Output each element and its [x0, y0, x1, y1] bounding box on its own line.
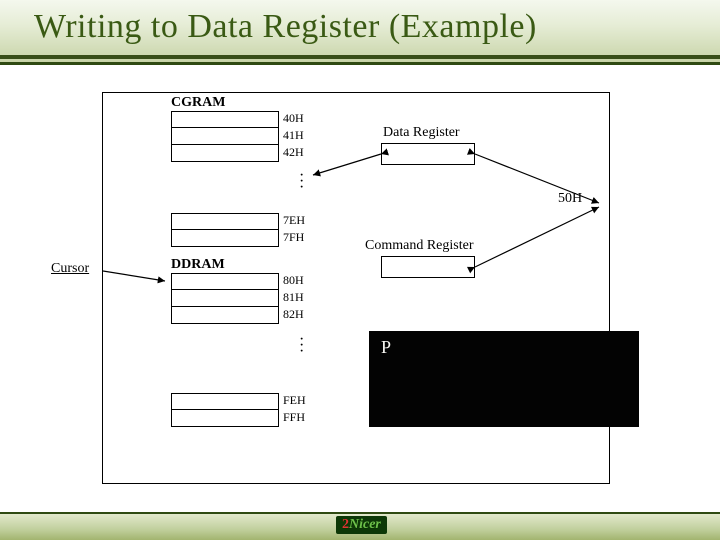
memory-cell	[171, 230, 279, 247]
command-register-label: Command Register	[365, 238, 474, 254]
bus-value: 50H	[558, 191, 582, 207]
addr-label: FFH	[283, 410, 305, 425]
memory-cell	[171, 213, 279, 230]
memory-cell	[171, 111, 279, 128]
memory-cell	[171, 290, 279, 307]
memory-cell	[171, 273, 279, 290]
brand-glyph: 2	[342, 517, 349, 532]
addr-label: 7EH	[283, 213, 305, 228]
addr-label: 42H	[283, 145, 304, 160]
memory-cell	[171, 128, 279, 145]
cgram-label: CGRAM	[171, 95, 225, 111]
memory-cell	[171, 410, 279, 427]
addr-label: 41H	[283, 128, 304, 143]
addr-label: 40H	[283, 111, 304, 126]
addr-label: 82H	[283, 307, 304, 322]
addr-label: 80H	[283, 273, 304, 288]
title-bar: Writing to Data Register (Example)	[0, 0, 720, 65]
overlay-panel-text: P	[381, 337, 391, 357]
brand-text: Nicer	[349, 517, 381, 532]
ddram-label: DDRAM	[171, 257, 225, 273]
data-register-box	[381, 143, 475, 165]
page-title: Writing to Data Register (Example)	[0, 0, 720, 46]
overlay-panel: P	[369, 331, 639, 427]
memory-cell	[171, 393, 279, 410]
ellipsis-icon: ···	[299, 173, 304, 191]
memory-cell	[171, 307, 279, 324]
addr-label: FEH	[283, 393, 306, 408]
ellipsis-icon: ···	[299, 337, 304, 355]
addr-label: 81H	[283, 290, 304, 305]
command-register-box	[381, 256, 475, 278]
cursor-label: Cursor	[51, 261, 89, 277]
diagram-canvas: CGRAM 40H 41H 42H ··· 7EH 7FH Cursor DDR…	[102, 92, 610, 484]
data-register-label: Data Register	[383, 125, 460, 141]
brand-badge: 2Nicer	[336, 516, 387, 534]
memory-cell	[171, 145, 279, 162]
addr-label: 7FH	[283, 230, 304, 245]
title-rule	[0, 55, 720, 59]
